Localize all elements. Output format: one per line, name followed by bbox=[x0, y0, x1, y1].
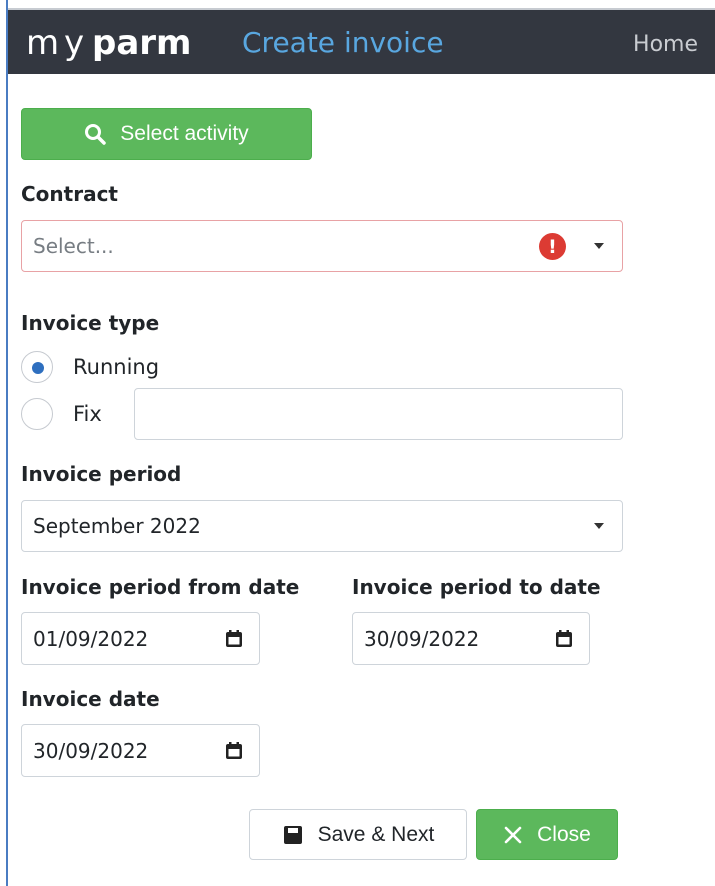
radio-fix[interactable] bbox=[21, 398, 53, 430]
invoice-period-value: September 2022 bbox=[33, 514, 201, 538]
svg-text:y: y bbox=[64, 23, 84, 62]
invoice-period-select[interactable]: September 2022 bbox=[21, 500, 623, 552]
invoice-date-label: Invoice date bbox=[21, 687, 160, 711]
window-left-border bbox=[0, 0, 8, 886]
invoice-date-input[interactable]: 30/09/2022 bbox=[21, 724, 260, 777]
close-button[interactable]: Close bbox=[476, 809, 618, 860]
period-to-label: Invoice period to date bbox=[352, 575, 601, 599]
radio-option-fix[interactable]: Fix bbox=[21, 398, 102, 430]
period-to-date-input[interactable]: 30/09/2022 bbox=[352, 612, 590, 665]
save-next-label: Save & Next bbox=[317, 822, 435, 846]
page-title: Create invoice bbox=[242, 26, 444, 59]
error-icon: ! bbox=[539, 233, 566, 260]
nav-home-link[interactable]: Home bbox=[633, 32, 698, 57]
svg-text:m: m bbox=[26, 23, 59, 62]
radio-option-running[interactable]: Running bbox=[21, 351, 159, 383]
calendar-icon[interactable] bbox=[224, 741, 244, 761]
top-navbar: m y parm Create invoice Home bbox=[8, 8, 715, 74]
invoice-date-value: 30/09/2022 bbox=[33, 738, 149, 763]
invoice-type-label: Invoice type bbox=[21, 311, 160, 335]
save-next-button[interactable]: Save & Next bbox=[249, 809, 467, 860]
chevron-down-icon bbox=[594, 243, 604, 249]
close-icon bbox=[504, 826, 522, 843]
search-icon bbox=[85, 124, 107, 145]
radio-fix-label: Fix bbox=[73, 402, 102, 426]
myparm-logo-wordmark: m y parm bbox=[26, 23, 191, 62]
save-icon bbox=[283, 825, 302, 844]
radio-running[interactable] bbox=[21, 351, 53, 383]
close-label: Close bbox=[537, 822, 591, 846]
period-from-value: 01/09/2022 bbox=[33, 626, 149, 651]
radio-running-label: Running bbox=[73, 355, 160, 379]
select-activity-button[interactable]: Select activity bbox=[21, 108, 312, 160]
contract-label: Contract bbox=[21, 182, 118, 206]
chevron-down-icon bbox=[594, 523, 604, 529]
calendar-icon[interactable] bbox=[224, 629, 244, 649]
period-from-label: Invoice period from date bbox=[21, 575, 300, 599]
svg-text:parm: parm bbox=[92, 23, 191, 62]
period-from-date-input[interactable]: 01/09/2022 bbox=[21, 612, 260, 665]
calendar-icon[interactable] bbox=[554, 629, 574, 649]
invoice-period-label: Invoice period bbox=[21, 462, 182, 486]
fix-amount-input[interactable] bbox=[134, 388, 623, 440]
contract-placeholder: Select... bbox=[33, 234, 114, 258]
myparm-logo[interactable]: m y parm bbox=[24, 18, 232, 66]
contract-select[interactable]: Select... ! bbox=[21, 220, 623, 272]
select-activity-label: Select activity bbox=[120, 122, 249, 145]
period-to-value: 30/09/2022 bbox=[364, 626, 480, 651]
